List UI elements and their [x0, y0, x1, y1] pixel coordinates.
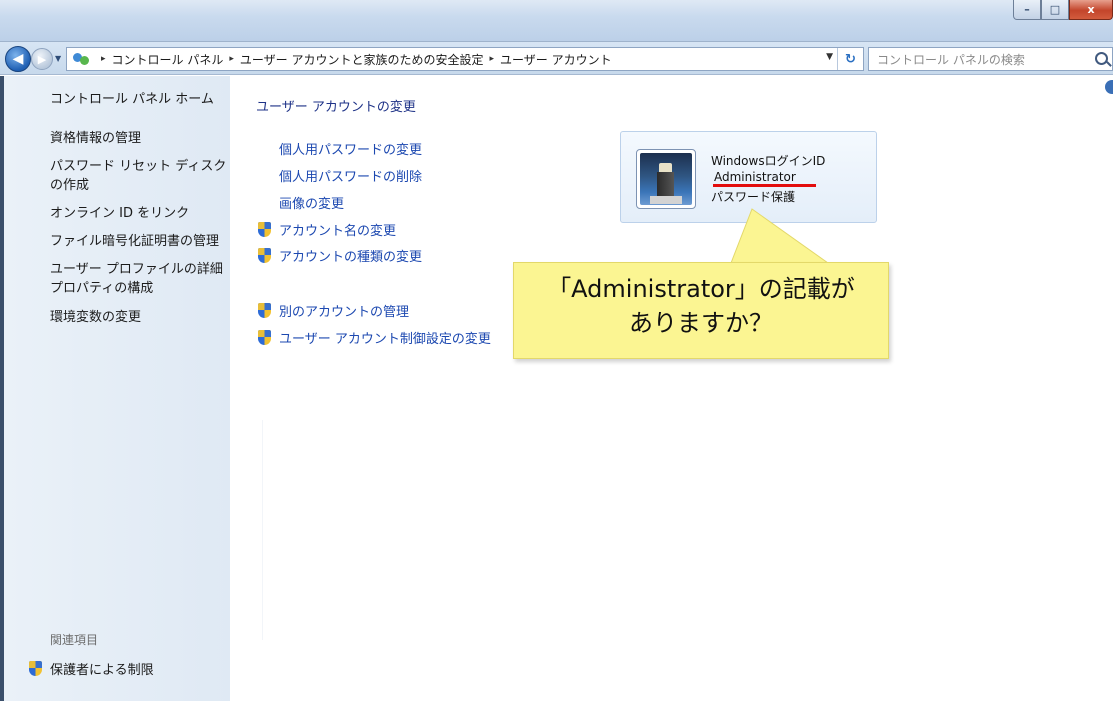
change-account-type-link[interactable]: アカウントの種類の変更 [258, 246, 422, 265]
breadcrumb: ▸ コントロール パネル ▸ ユーザー アカウントと家族のための安全設定 ▸ ユ… [95, 51, 612, 68]
address-dropdown-icon[interactable]: ▼ [826, 52, 833, 62]
uac-shield-icon [258, 222, 271, 237]
uac-shield-icon [258, 303, 271, 318]
sidebar-item-control-panel-home[interactable]: コントロール パネル ホーム [50, 90, 230, 109]
back-button[interactable]: ◀ [5, 46, 31, 72]
uac-settings-link[interactable]: ユーザー アカウント制御設定の変更 [258, 328, 491, 347]
help-icon[interactable] [1105, 80, 1113, 94]
page-title: ユーザー アカウントの変更 [256, 100, 416, 115]
parental-controls-link[interactable]: 保護者による制限 [29, 659, 154, 678]
change-account-name-label: アカウント名の変更 [279, 224, 397, 239]
breadcrumb-separator-icon: ▸ [101, 54, 106, 64]
callout-line-2: ありますか？ [629, 309, 773, 337]
search-icon[interactable] [1095, 52, 1108, 65]
remove-password-link[interactable]: 個人用パスワードの削除 [279, 166, 422, 185]
password-protected-status: パスワード保護 [711, 190, 796, 204]
address-bar[interactable]: ▸ コントロール パネル ▸ ユーザー アカウントと家族のための安全設定 ▸ ユ… [66, 47, 864, 71]
breadcrumb-control-panel[interactable]: コントロール パネル [112, 51, 224, 68]
uac-shield-icon [258, 330, 271, 345]
uac-shield-icon [258, 248, 271, 263]
change-account-type-label: アカウントの種類の変更 [279, 250, 423, 265]
search-placeholder: コントロール パネルの検索 [877, 52, 1025, 67]
uac-shield-icon [29, 661, 42, 676]
minimize-button[interactable]: – [1013, 0, 1041, 20]
annotation-callout: 「Administrator」の記載が ありますか？ [513, 262, 889, 359]
windows-login-id-label: WindowsログインID [711, 154, 826, 168]
breadcrumb-family-safety[interactable]: ユーザー アカウントと家族のための安全設定 [240, 51, 484, 68]
uac-settings-label: ユーザー アカウント制御設定の変更 [279, 332, 491, 347]
navigation-bar: ◀ ▶ ▼ ▸ コントロール パネル ▸ ユーザー アカウントと家族のための安全… [0, 42, 1113, 75]
forward-button[interactable]: ▶ [31, 48, 53, 70]
user-account-tile: WindowsログインID Administrator パスワード保護 [620, 131, 877, 223]
history-dropdown-icon[interactable]: ▼ [55, 54, 61, 63]
sidebar-item-environment-variables[interactable]: 環境変数の変更 [50, 308, 230, 327]
callout-line-1: 「Administrator」の記載が [547, 275, 855, 303]
lighthouse-picture-icon [640, 153, 692, 205]
refresh-button[interactable]: ↻ [837, 48, 863, 70]
manage-another-account-label: 別のアカウントの管理 [279, 305, 410, 320]
user-picture[interactable] [636, 149, 696, 209]
change-picture-link[interactable]: 画像の変更 [279, 193, 344, 212]
sidebar-item-link-online-id[interactable]: オンライン ID をリンク [50, 204, 230, 223]
caption-buttons: – □ x [1013, 0, 1113, 22]
breadcrumb-separator-icon[interactable]: ▸ [229, 54, 234, 64]
change-password-link[interactable]: 個人用パスワードの変更 [279, 139, 422, 158]
search-input[interactable]: コントロール パネルの検索 [868, 47, 1113, 71]
left-navigation-pane: コントロール パネル ホーム 資格情報の管理 パスワード リセット ディスクの作… [0, 76, 230, 701]
change-account-name-link[interactable]: アカウント名の変更 [258, 220, 396, 239]
sidebar-item-encryption-certificates[interactable]: ファイル暗号化証明書の管理 [50, 232, 230, 251]
breadcrumb-user-accounts[interactable]: ユーザー アカウント [500, 51, 612, 68]
sidebar-item-credentials[interactable]: 資格情報の管理 [50, 129, 230, 148]
parental-controls-label: 保護者による制限 [50, 663, 154, 678]
sidebar-item-password-reset-disk[interactable]: パスワード リセット ディスクの作成 [50, 157, 230, 195]
close-button[interactable]: x [1069, 0, 1113, 20]
sidebar-item-profile-properties[interactable]: ユーザー プロファイルの詳細プロパティの構成 [50, 260, 228, 298]
maximize-button[interactable]: □ [1041, 0, 1069, 20]
breadcrumb-separator-icon[interactable]: ▸ [489, 54, 494, 64]
red-underline-annotation [713, 184, 816, 187]
related-items-label: 関連項目 [50, 633, 99, 647]
window-titlebar: – □ x [0, 0, 1113, 42]
manage-another-account-link[interactable]: 別のアカウントの管理 [258, 301, 409, 320]
user-accounts-icon [73, 51, 91, 67]
account-name: Administrator [714, 170, 796, 184]
content-divider [262, 420, 263, 640]
